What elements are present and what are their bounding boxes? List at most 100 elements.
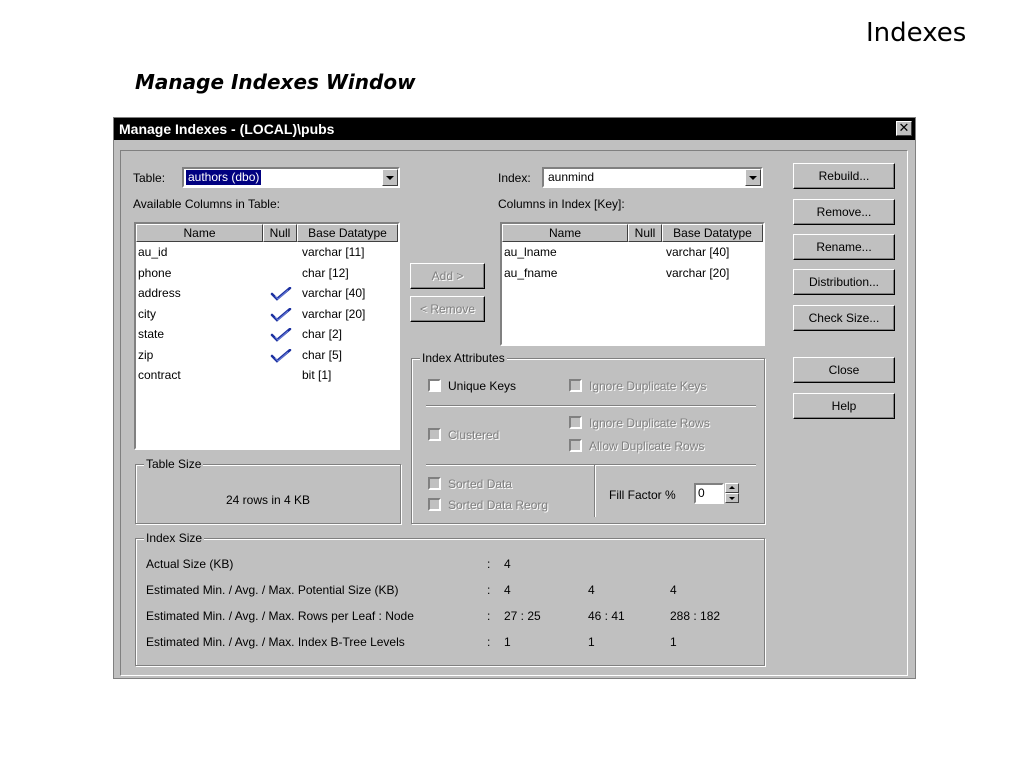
column-datatype-cell: varchar [40] [666, 245, 730, 259]
column-header-null[interactable]: Null [263, 224, 297, 242]
checkmark-icon [270, 327, 292, 342]
remove-column-button[interactable]: < Remove [410, 296, 485, 322]
index-size-min: 1 [504, 635, 511, 649]
column-header-null[interactable]: Null [628, 224, 662, 242]
index-size-group: Index Size Actual Size (KB):4 Estimated M… [135, 531, 765, 666]
table-dropdown-value: authors (dbo) [186, 170, 262, 185]
fill-factor-input[interactable]: 0 [694, 483, 724, 504]
index-size-colon: : [487, 609, 491, 623]
checkmark-icon [270, 286, 292, 301]
column-datatype-cell: varchar [20] [302, 306, 366, 321]
ignore-duplicate-rows-checkbox[interactable] [569, 416, 582, 429]
clustered-label: Clustered [448, 428, 500, 442]
spin-down-icon[interactable] [725, 493, 739, 503]
window-title: Manage Indexes - (LOCAL)\pubs [119, 121, 335, 137]
checkmark-icon [270, 307, 292, 322]
fill-factor-stepper[interactable] [725, 483, 739, 504]
column-datatype-cell: char [12] [302, 265, 349, 280]
manage-indexes-window: Manage Indexes - (LOCAL)\pubs ✕ Table: a… [113, 117, 916, 679]
column-name-cell[interactable]: address [138, 286, 181, 300]
rename-button[interactable]: Rename... [793, 234, 895, 260]
index-size-colon: : [487, 557, 491, 571]
separator [426, 464, 756, 466]
index-size-title: Index Size [144, 531, 205, 545]
column-datatype-cell: char [2] [302, 327, 343, 341]
index-size-max: 1 [670, 635, 677, 649]
separator [594, 465, 596, 517]
index-size-avg: 46 : 41 [588, 609, 625, 623]
index-size-min: 4 [504, 557, 511, 571]
distribution-button[interactable]: Distribution... [793, 269, 895, 295]
sorted-data-label: Sorted Data [448, 477, 513, 491]
column-name-cell[interactable]: au_lname [504, 245, 557, 259]
index-size-max: 288 : 182 [670, 609, 721, 623]
index-size-row-label: Estimated Min. / Avg. / Max. Potential S… [146, 583, 399, 597]
column-name-cell[interactable]: au_fname [504, 266, 557, 280]
table-dropdown[interactable]: authors (dbo) [182, 167, 400, 188]
remove-index-button[interactable]: Remove... [793, 199, 895, 225]
help-button[interactable]: Help [793, 393, 895, 419]
index-attributes-title: Index Attributes [420, 351, 507, 365]
index-size-row-label: Estimated Min. / Avg. / Max. Rows per Le… [146, 609, 414, 623]
fill-factor-label: Fill Factor % [609, 488, 676, 502]
index-size-avg: 1 [588, 635, 595, 649]
dialog-client-area: Table: authors (dbo) Available Columns i… [120, 150, 908, 676]
index-columns-label: Columns in Index [Key]: [498, 197, 625, 211]
column-header-name[interactable]: Name [502, 224, 628, 242]
column-header-name[interactable]: Name [136, 224, 263, 242]
index-columns-list[interactable]: Name Null Base Datatype au_lnamevarchar … [500, 222, 765, 346]
slide-title: Indexes [866, 18, 967, 48]
unique-keys-checkbox[interactable] [428, 379, 441, 392]
index-dropdown[interactable]: aunmind [542, 167, 763, 188]
table-size-title: Table Size [144, 457, 204, 471]
column-name-cell[interactable]: phone [138, 266, 171, 280]
chevron-down-icon[interactable] [382, 169, 398, 186]
rebuild-button[interactable]: Rebuild... [793, 163, 895, 189]
clustered-checkbox[interactable] [428, 428, 441, 441]
table-size-text: 24 rows in 4 KB [225, 493, 311, 507]
index-size-row-label: Estimated Min. / Avg. / Max. Index B-Tre… [146, 635, 405, 649]
table-size-group: Table Size 24 rows in 4 KB [135, 457, 401, 524]
ignore-duplicate-keys-label: Ignore Duplicate Keys [589, 379, 707, 393]
column-datatype-cell: bit [1] [302, 368, 332, 382]
close-icon[interactable]: ✕ [896, 121, 912, 136]
ignore-duplicate-rows-label: Ignore Duplicate Rows [589, 416, 710, 430]
check-size-button[interactable]: Check Size... [793, 305, 895, 331]
sorted-data-reorg-label: Sorted Data Reorg [448, 498, 549, 512]
column-datatype-cell: varchar [20] [666, 265, 730, 280]
close-button[interactable]: Close [793, 357, 895, 383]
index-dropdown-value: aunmind [548, 170, 595, 184]
separator [426, 405, 756, 407]
index-size-min: 27 : 25 [504, 609, 541, 623]
allow-duplicate-rows-label: Allow Duplicate Rows [589, 439, 705, 453]
sorted-data-reorg-checkbox[interactable] [428, 498, 441, 511]
index-size-avg: 4 [588, 583, 595, 597]
index-size-colon: : [487, 635, 491, 649]
checkmark-icon [270, 348, 292, 363]
add-button[interactable]: Add > [410, 263, 485, 289]
column-datatype-cell: varchar [11] [302, 245, 365, 259]
index-size-colon: : [487, 583, 491, 597]
index-size-max: 4 [670, 583, 677, 597]
column-datatype-cell: char [5] [302, 347, 343, 362]
column-name-cell[interactable]: zip [138, 348, 153, 362]
ignore-duplicate-keys-checkbox[interactable] [569, 379, 582, 392]
column-header-datatype[interactable]: Base Datatype [297, 224, 398, 242]
chevron-down-icon[interactable] [745, 169, 761, 186]
sorted-data-checkbox[interactable] [428, 477, 441, 490]
column-name-cell[interactable]: au_id [138, 245, 167, 259]
allow-duplicate-rows-checkbox[interactable] [569, 439, 582, 452]
available-columns-list[interactable]: Name Null Base Datatype au_id varchar [11… [134, 222, 400, 450]
column-header-datatype[interactable]: Base Datatype [662, 224, 763, 242]
index-label: Index: [498, 171, 531, 185]
spin-up-icon[interactable] [725, 483, 739, 493]
column-name-cell[interactable]: state [138, 327, 164, 341]
column-datatype-cell: varchar [40] [302, 286, 366, 300]
column-name-cell[interactable]: contract [138, 368, 181, 382]
window-titlebar: Manage Indexes - (LOCAL)\pubs ✕ [114, 118, 915, 140]
slide-subtitle: Manage Indexes Window [135, 70, 416, 94]
available-columns-label: Available Columns in Table: [133, 197, 280, 211]
column-name-cell[interactable]: city [138, 307, 156, 321]
index-size-min: 4 [504, 583, 511, 597]
index-size-row-label: Actual Size (KB) [146, 557, 234, 571]
